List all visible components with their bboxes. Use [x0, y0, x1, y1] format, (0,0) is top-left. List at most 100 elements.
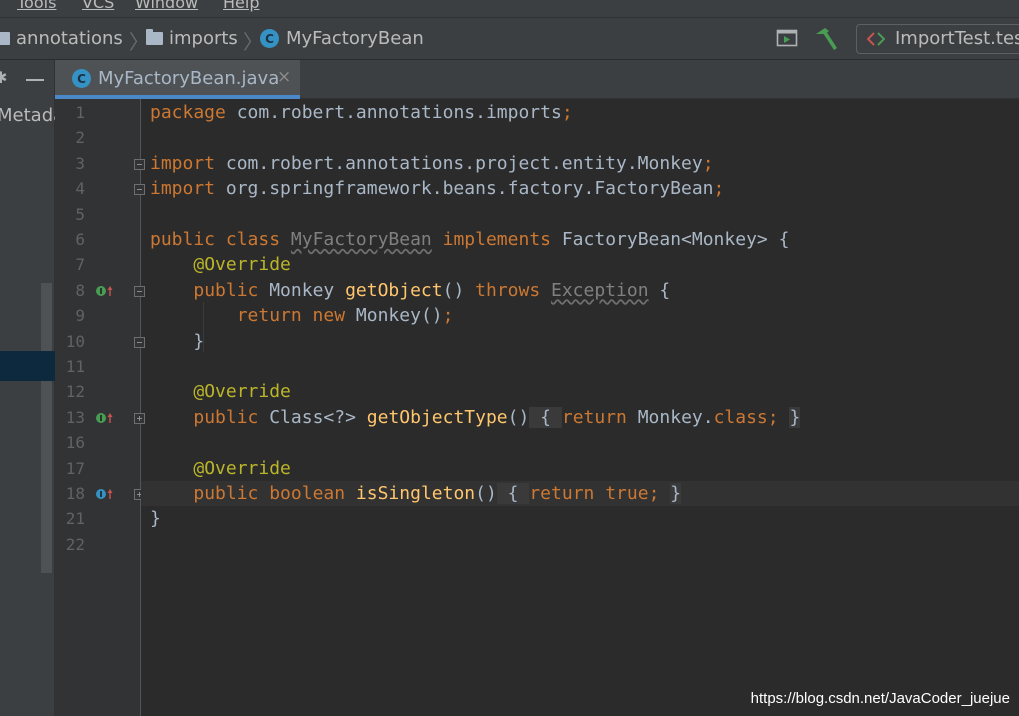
navigation-bar: annotations 〉 imports 〉 C MyFactoryBean …: [0, 17, 1019, 60]
project-scrollbar[interactable]: [41, 283, 52, 573]
code-token: Monkey.: [637, 406, 714, 428]
implements-method-icon[interactable]: [95, 411, 115, 425]
code-token: ;: [442, 305, 454, 327]
fold-collapse-icon[interactable]: [134, 184, 145, 196]
code-token: ;: [648, 483, 671, 504]
code-token: MyFactoryBean: [290, 229, 432, 250]
breadcrumb-label: MyFactoryBean: [286, 28, 424, 49]
line-number: 18: [65, 484, 85, 503]
code-token: (): [442, 279, 476, 301]
code-token: Monkey(): [355, 305, 443, 327]
code-token: ;: [702, 152, 714, 174]
editor-gutter: 1 2 3 4 5 6 7 8 9 10 11 12 13 16 17 18 21 22: [55, 99, 145, 716]
build-hammer-icon[interactable]: [812, 26, 840, 52]
code-token: }: [789, 406, 801, 428]
code-token: package: [150, 102, 237, 123]
code-line[interactable]: public Monkey getObject() throws Excepti…: [150, 278, 670, 303]
tab-myfactorybean[interactable]: C MyFactoryBean.java ×: [55, 60, 300, 99]
code-token: Monkey: [269, 279, 346, 301]
menu-vcs[interactable]: VCS: [82, 0, 114, 12]
code-token: @Override: [193, 457, 291, 479]
code-line[interactable]: package com.robert.annotations.imports;: [150, 100, 573, 125]
code-token: {: [496, 483, 530, 504]
line-number: 1: [75, 103, 85, 122]
code-editor[interactable]: 1 2 3 4 5 6 7 8 9 10 11 12 13 16 17 18 21 22 package com.…: [55, 99, 1019, 716]
code-token: ;: [767, 406, 790, 428]
implements-method-icon[interactable]: [95, 284, 115, 298]
tab-label: MyFactoryBean.java: [98, 68, 280, 89]
line-number: 6: [75, 230, 85, 249]
code-line[interactable]: return new Monkey();: [150, 303, 454, 328]
line-number: 4: [75, 179, 85, 199]
code-token: (): [475, 483, 497, 504]
code-line[interactable]: @Override: [150, 456, 291, 481]
code-token: return: [561, 406, 638, 428]
code-line[interactable]: }: [150, 329, 204, 354]
run-configuration-selector[interactable]: ImportTest.test: [856, 24, 1019, 54]
code-line[interactable]: @Override: [150, 252, 291, 277]
code-token: isSingleton: [355, 483, 476, 504]
code-token: {: [529, 406, 562, 428]
code-token: import: [150, 178, 226, 200]
line-number: 9: [75, 306, 85, 326]
code-token: getObject: [345, 279, 443, 301]
code-token: public class: [150, 229, 291, 250]
code-line[interactable]: }: [150, 506, 161, 531]
code-token: {: [648, 279, 671, 301]
close-icon[interactable]: ×: [277, 67, 291, 87]
code-token: com.robert.annotations.project.entity.Mo…: [225, 152, 703, 174]
code-token: public boolean: [193, 483, 356, 504]
line-number: 10: [65, 331, 85, 351]
menu-tools[interactable]: Tools: [17, 0, 56, 12]
line-number: 17: [65, 458, 85, 478]
code-token: }: [670, 483, 682, 504]
fold-collapse-icon[interactable]: [134, 158, 145, 170]
code-token: (): [507, 406, 530, 428]
code-token: }: [150, 508, 161, 530]
code-line[interactable]: public boolean isSingleton() { return tr…: [150, 481, 682, 506]
code-token: public: [193, 406, 270, 428]
breadcrumb-annotations[interactable]: annotations: [0, 28, 123, 49]
menu-window[interactable]: Window: [135, 0, 198, 12]
code-token: implements: [442, 229, 562, 250]
gear-icon[interactable]: ✱: [0, 68, 7, 87]
folder-icon: [0, 32, 10, 45]
code-line[interactable]: import org.springframework.beans.factory…: [150, 176, 724, 201]
code-token: return true: [529, 483, 649, 504]
code-line[interactable]: public class MyFactoryBean implements Fa…: [150, 227, 789, 252]
breadcrumb-myfactorybean[interactable]: C MyFactoryBean: [260, 28, 424, 49]
menu-help[interactable]: Help: [223, 0, 259, 12]
code-token: FactoryBean<Monkey> {: [561, 229, 790, 250]
code-token: ;: [713, 178, 725, 200]
line-number: 21: [65, 509, 85, 529]
minimize-icon[interactable]: [26, 79, 44, 81]
run-configuration-label: ImportTest.test: [895, 28, 1019, 49]
code-line[interactable]: public Class<?> getObjectType() { return…: [150, 405, 801, 430]
code-line[interactable]: import com.robert.annotations.project.en…: [150, 151, 714, 176]
fold-expand-icon[interactable]: [134, 412, 145, 424]
line-number: 2: [75, 128, 85, 148]
breadcrumb-imports[interactable]: imports: [146, 28, 238, 49]
code-token: Exception: [551, 279, 649, 301]
code-token: Class<?>: [269, 406, 367, 428]
fold-collapse-icon[interactable]: [134, 336, 145, 348]
implements-method-icon[interactable]: [95, 487, 115, 501]
fold-collapse-icon[interactable]: [134, 285, 145, 297]
line-number: 11: [65, 357, 85, 376]
line-number: 22: [65, 534, 85, 554]
line-number: 5: [75, 204, 85, 224]
code-token: org.springframework.beans.factory.Factor…: [225, 178, 714, 200]
code-token: @Override: [193, 254, 291, 276]
project-tree-selected-row[interactable]: [0, 351, 55, 381]
code-line[interactable]: @Override: [150, 379, 291, 404]
code-token: import: [150, 152, 226, 174]
run-panel-icon[interactable]: [776, 27, 798, 49]
line-number: 3: [75, 153, 85, 173]
line-number: 13: [65, 407, 85, 427]
line-number: 8: [75, 280, 85, 300]
